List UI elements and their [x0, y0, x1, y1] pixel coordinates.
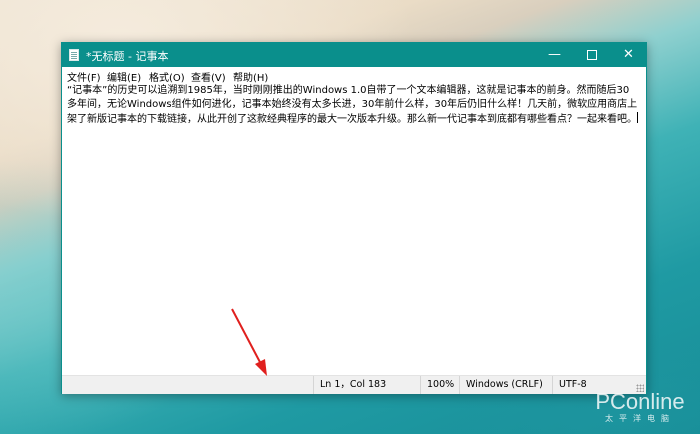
watermark-brand: PConline	[595, 389, 685, 414]
arrow-shaft	[231, 308, 263, 367]
watermark-sub: 太平洋电脑	[605, 414, 675, 423]
pconline-watermark: PConline 太平洋电脑	[585, 390, 695, 424]
annotation-arrow	[231, 308, 267, 376]
arrow-head-icon	[255, 359, 267, 376]
